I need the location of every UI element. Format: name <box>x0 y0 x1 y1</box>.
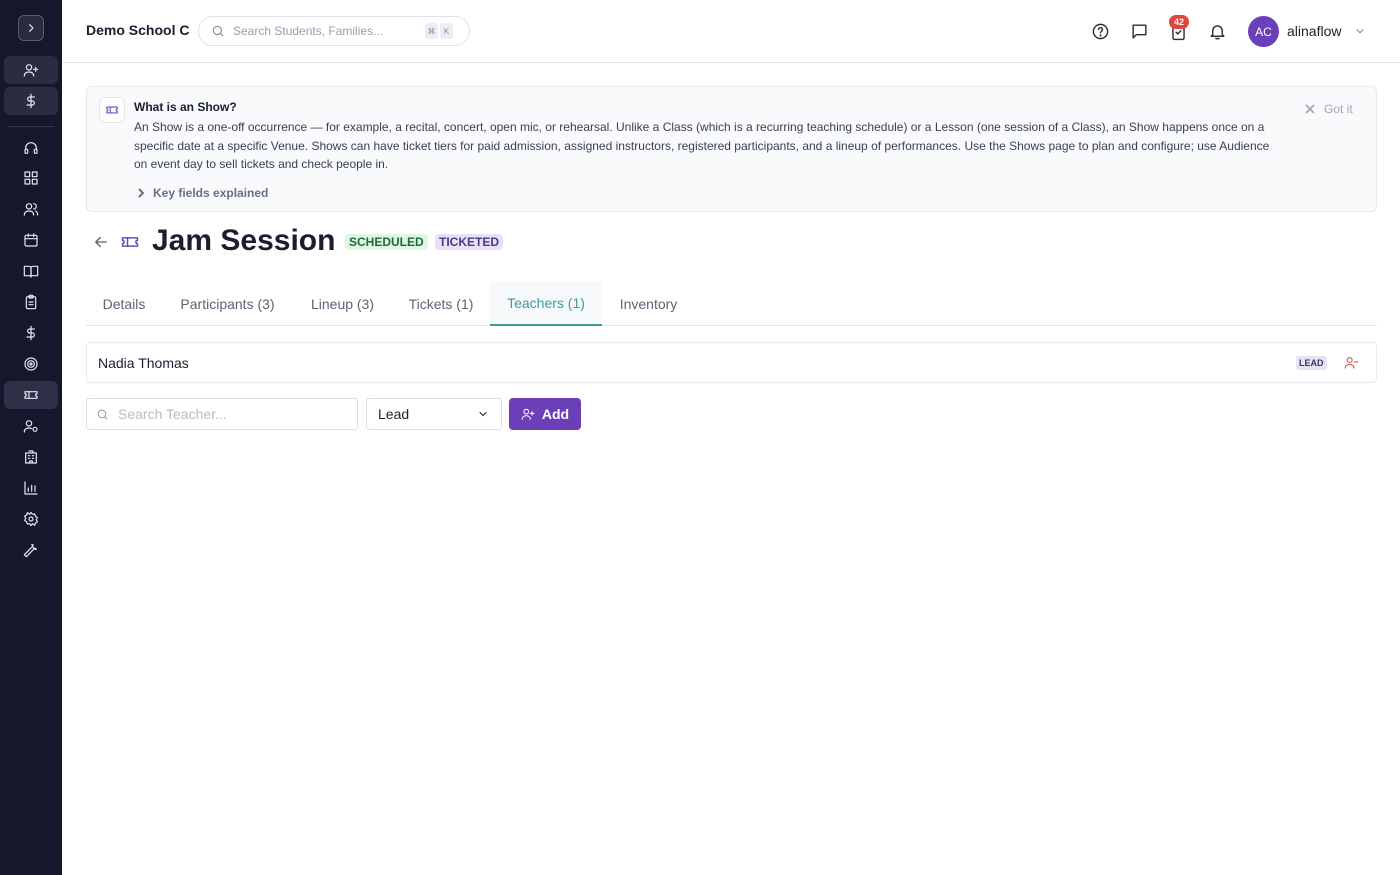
chevron-right-icon <box>29 24 34 32</box>
notifications-button[interactable] <box>1206 20 1228 42</box>
global-search[interactable]: ⌘ K <box>198 16 470 46</box>
chevron-down-icon <box>1356 29 1364 34</box>
sidebar-item-shows[interactable] <box>4 381 58 409</box>
tasks-count-badge: 42 <box>1169 15 1189 29</box>
calendar-icon <box>24 233 38 247</box>
messages-button[interactable] <box>1128 20 1150 42</box>
teacher-role-badge: LEAD <box>1296 356 1327 370</box>
user-plus-icon <box>521 408 535 420</box>
tab-inventory[interactable]: Inventory <box>602 281 695 326</box>
add-teacher-button[interactable]: Add <box>509 398 581 430</box>
bell-icon <box>1209 24 1225 39</box>
user-name[interactable]: alinaflow <box>1287 23 1341 39</box>
banner-ticket-icon-box <box>99 97 125 123</box>
back-button[interactable] <box>92 233 110 251</box>
tab-participants[interactable]: Participants (3) <box>162 281 293 326</box>
arrow-left-icon <box>95 236 107 248</box>
tab-tickets[interactable]: Tickets (1) <box>392 281 490 326</box>
add-teacher-label: Add <box>541 406 570 422</box>
sidebar-toggle-button[interactable] <box>18 15 44 41</box>
school-name[interactable]: Demo School C <box>86 22 189 38</box>
role-select[interactable]: Lead <box>366 398 502 430</box>
chevron-down-icon <box>479 411 487 417</box>
book-icon <box>23 265 39 278</box>
chevron-right-icon <box>138 188 145 198</box>
key-fields-label: Key fields explained <box>153 186 269 200</box>
tab-teachers[interactable]: Teachers (1) <box>490 281 602 326</box>
remove-teacher-button[interactable] <box>1344 355 1359 370</box>
status-badge: SCHEDULED <box>345 234 428 250</box>
search-icon <box>97 409 108 419</box>
sidebar <box>0 0 62 875</box>
sidebar-item-venues[interactable] <box>4 443 58 471</box>
tab-details[interactable]: Details <box>86 281 162 326</box>
clipboard-icon <box>25 294 37 310</box>
dollar-icon <box>26 325 35 341</box>
wrench-icon <box>23 544 37 558</box>
sidebar-item-classes[interactable] <box>4 257 58 285</box>
sidebar-item-goals[interactable] <box>4 350 58 378</box>
user-plus-icon <box>23 64 39 77</box>
help-button[interactable] <box>1089 20 1111 42</box>
building-icon <box>25 450 37 464</box>
show-ticket-icon <box>120 232 140 252</box>
teacher-search-input[interactable] <box>118 406 348 422</box>
user-avatar[interactable]: AC <box>1248 16 1279 47</box>
ticket-icon <box>106 106 118 114</box>
teacher-name: Nadia Thomas <box>98 355 189 371</box>
bar-chart-icon <box>24 481 38 495</box>
ticket-icon <box>121 237 139 247</box>
banner-title: What is an Show? <box>134 100 237 114</box>
headset-icon <box>24 142 38 154</box>
banner-dismiss-label: Got it <box>1324 102 1353 116</box>
show-tabs: Details Participants (3) Lineup (3) Tick… <box>86 281 1377 326</box>
sidebar-item-tools[interactable] <box>4 536 58 564</box>
close-icon <box>1305 104 1315 114</box>
user-minus-icon <box>1344 356 1359 369</box>
sidebar-item-settings[interactable] <box>4 505 58 533</box>
sidebar-item-payments[interactable] <box>4 87 58 115</box>
shortcut-key-cmd: ⌘ <box>425 23 438 39</box>
help-circle-icon <box>1092 23 1108 39</box>
banner-dismiss-button[interactable]: Got it <box>1305 102 1353 116</box>
page-title: Jam Session <box>152 224 336 257</box>
search-icon <box>212 25 224 37</box>
target-icon <box>24 357 38 371</box>
role-select-value: Lead <box>378 406 410 422</box>
sidebar-item-tasks[interactable] <box>4 288 58 316</box>
teacher-search[interactable] <box>86 398 358 430</box>
key-fields-toggle[interactable]: Key fields explained <box>136 186 268 200</box>
sidebar-item-dashboard[interactable] <box>4 164 58 192</box>
dollar-icon <box>26 93 35 109</box>
gear-icon <box>24 511 38 527</box>
sidebar-item-add-student[interactable] <box>4 56 58 84</box>
sidebar-item-people[interactable] <box>4 195 58 223</box>
global-search-input[interactable] <box>233 24 423 38</box>
user-gear-icon <box>23 420 38 433</box>
user-menu-toggle[interactable] <box>1353 24 1367 38</box>
users-icon <box>23 203 39 216</box>
type-badge: TICKETED <box>435 234 503 250</box>
sidebar-divider <box>8 126 54 127</box>
banner-text: An Show is a one-off occurrence — for ex… <box>134 120 1270 171</box>
show-info-banner: What is an Show? An Show is a one-off oc… <box>86 86 1377 212</box>
tab-lineup[interactable]: Lineup (3) <box>293 281 392 326</box>
message-square-icon <box>1131 23 1147 39</box>
ticket-icon <box>24 391 38 399</box>
top-header: Demo School C ⌘ K 42 AC alinaflow <box>62 0 1400 63</box>
sidebar-item-calendar[interactable] <box>4 226 58 254</box>
sidebar-item-support[interactable] <box>4 134 58 162</box>
teacher-row: Nadia Thomas LEAD <box>86 342 1377 383</box>
shortcut-key-k: K <box>440 23 453 39</box>
sidebar-item-staff[interactable] <box>4 412 58 440</box>
sidebar-item-reports[interactable] <box>4 474 58 502</box>
sidebar-item-billing[interactable] <box>4 319 58 347</box>
dashboard-icon <box>24 171 38 185</box>
